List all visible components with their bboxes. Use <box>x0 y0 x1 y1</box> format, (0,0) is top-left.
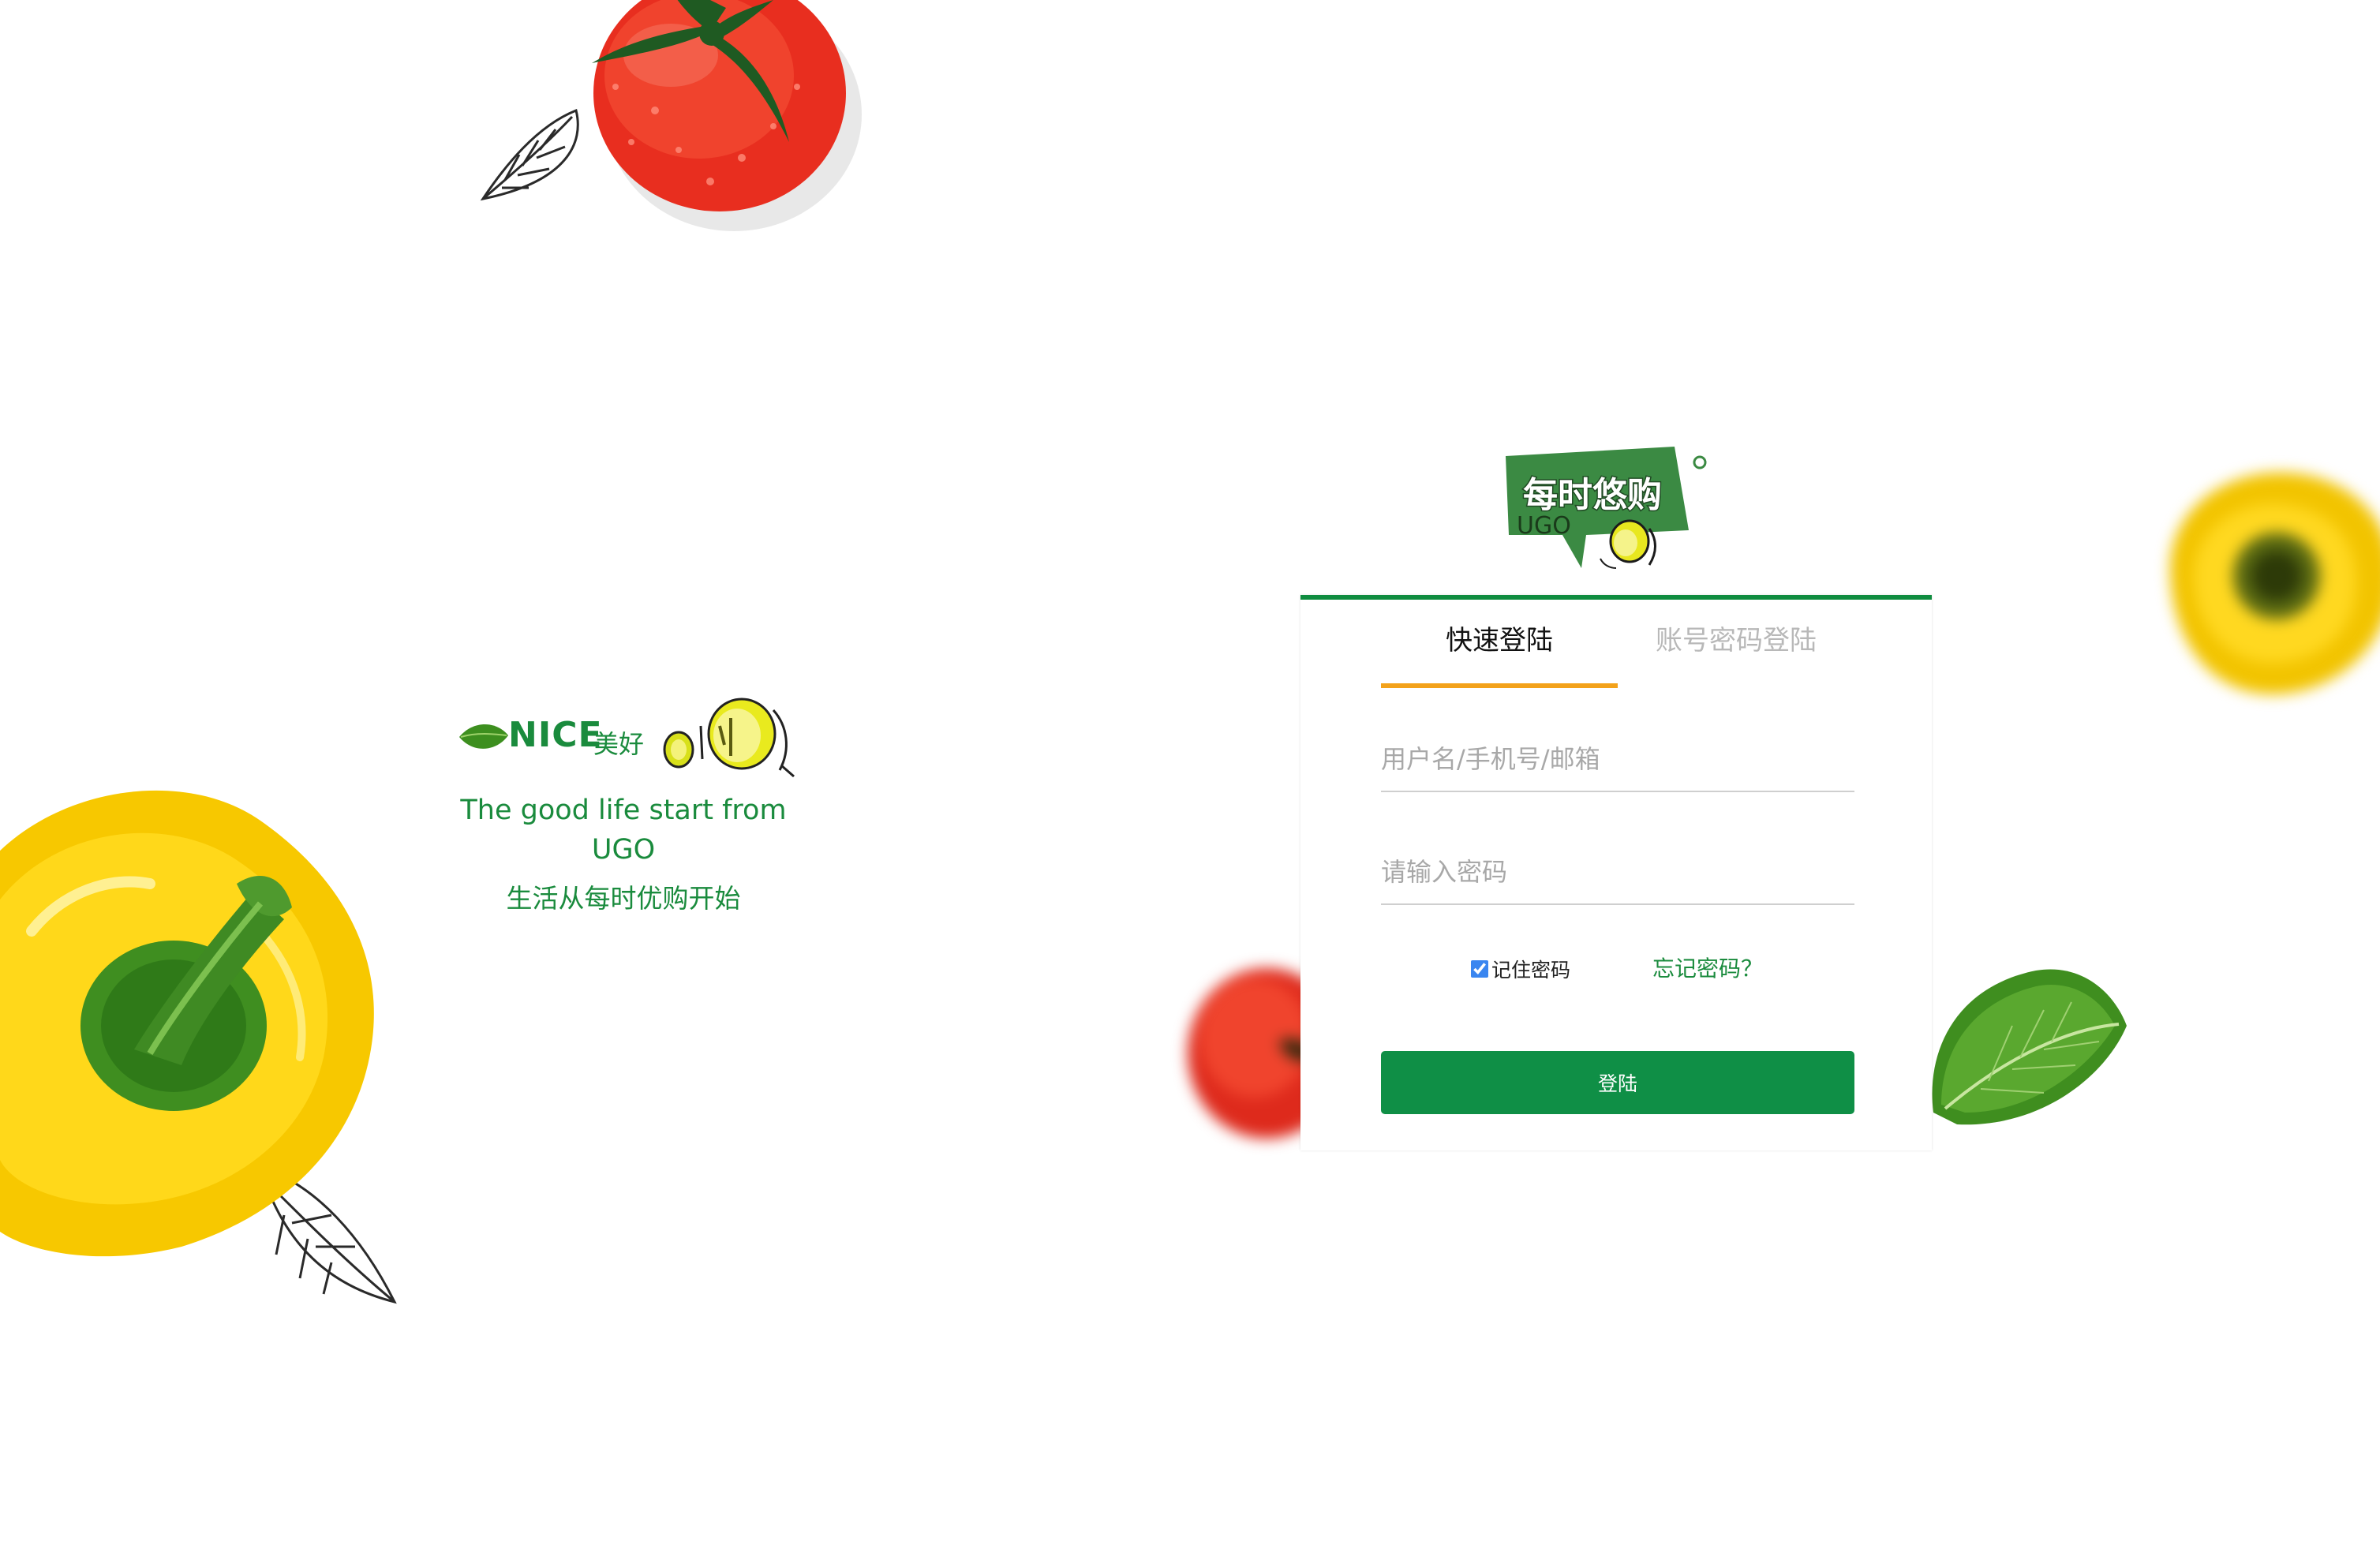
login-button[interactable]: 登陆 <box>1381 1051 1854 1114</box>
yellow-pepper-icon <box>2170 472 2380 694</box>
nice-cn-text: 美好 <box>593 729 645 759</box>
slogan-english: The good life start from UGO <box>460 795 787 866</box>
login-tabs: 快速登陆 账号密码登陆 <box>1381 600 1854 688</box>
tab-quick-login[interactable]: 快速登陆 <box>1381 600 1618 688</box>
remember-password-label: 记住密码 <box>1491 959 1571 982</box>
forgot-password-link[interactable]: 忘记密码？ <box>1652 953 1763 985</box>
leaf-icon <box>1932 969 2127 1125</box>
logo-subtext: UGO <box>1517 512 1571 540</box>
login-card: 快速登陆 账号密码登陆 记住密码 忘记密码？ 登陆 <box>1300 595 1932 1150</box>
nice-text: NICE <box>508 715 603 755</box>
brand-logo: 每时悠购 UGO <box>1499 442 1720 576</box>
slogan-chinese: 生活从每时优购开始 <box>506 883 741 914</box>
tomato-icon <box>480 0 862 231</box>
yellow-pepper-icon <box>0 790 397 1304</box>
logo-icon: 每时悠购 UGO <box>1506 447 1707 569</box>
tab-quick-login-label: 快速登陆 <box>1446 625 1553 656</box>
username-input[interactable] <box>1381 728 1854 792</box>
slogan-block: NICE 美好 The good life start from UGO 生活从… <box>442 694 805 918</box>
nice-banner: NICE 美好 <box>442 694 805 781</box>
remember-password-checkbox[interactable] <box>1471 960 1488 978</box>
tab-password-login-label: 账号密码登陆 <box>1656 625 1817 656</box>
tab-password-login[interactable]: 账号密码登陆 <box>1618 600 1854 688</box>
leaf-icon <box>459 724 508 749</box>
login-page: NICE 美好 The good life start from UGO 生活从… <box>0 0 2380 1556</box>
remember-password[interactable]: 记住密码 <box>1471 953 1570 985</box>
logo-text: 每时悠购 <box>1523 475 1662 515</box>
active-tab-indicator <box>1381 683 1618 688</box>
password-input[interactable] <box>1381 840 1854 905</box>
lemon-icon <box>663 698 795 778</box>
